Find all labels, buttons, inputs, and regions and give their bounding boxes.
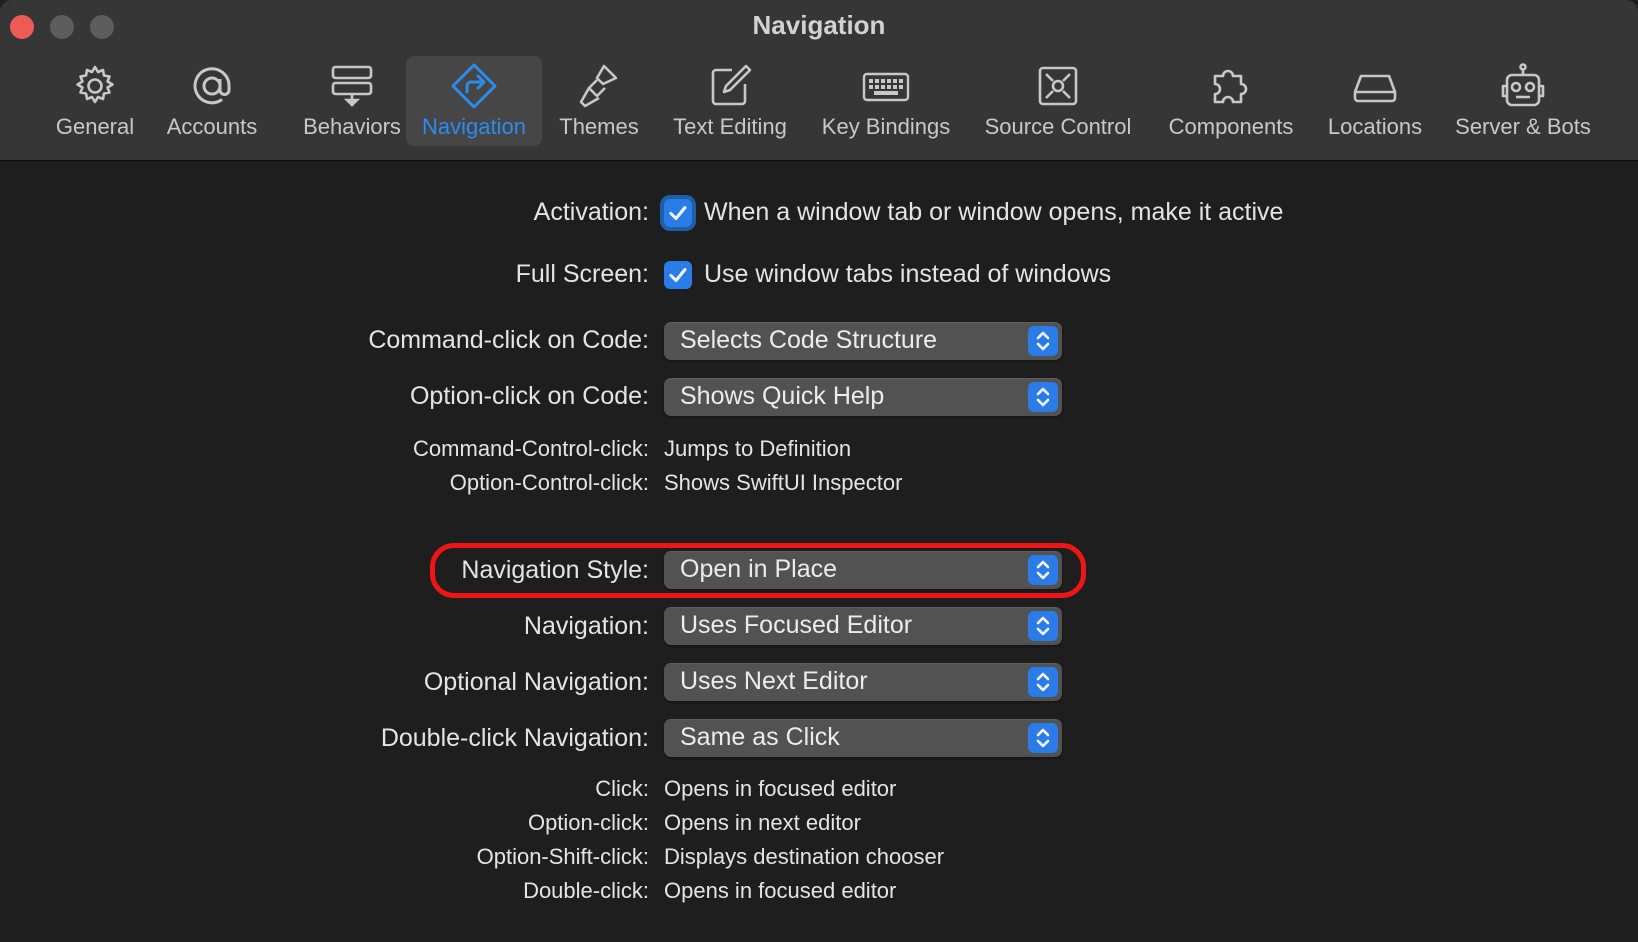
option-click-label: Option-click on Code:	[409, 382, 649, 410]
optional-navigation-label: Optional Navigation:	[423, 668, 649, 696]
navigation-style-popup[interactable]: Open in Place	[664, 551, 1062, 589]
command-click-popup[interactable]: Selects Code Structure	[664, 322, 1062, 360]
tab-locations[interactable]: Locations	[1320, 56, 1430, 146]
behaviors-icon	[328, 62, 376, 110]
chevron-up-down-icon	[1028, 611, 1058, 641]
robot-icon	[1499, 62, 1547, 110]
command-control-click-value: Jumps to Definition	[664, 436, 852, 461]
gear-icon	[71, 62, 119, 110]
preferences-window: Navigation General Accounts Behaviors Na…	[0, 0, 1638, 942]
tab-text-editing[interactable]: Text Editing	[666, 56, 794, 146]
tab-accounts-label: Accounts	[166, 114, 258, 139]
double-click-navigation-label: Double-click Navigation:	[380, 724, 649, 752]
tab-behaviors[interactable]: Behaviors	[286, 56, 418, 146]
checkmark-icon	[669, 206, 687, 220]
summary-click-value: Opens in focused editor	[664, 776, 897, 801]
option-control-click-label: Option-Control-click:	[449, 470, 649, 495]
source-control-icon	[1034, 62, 1082, 110]
toolbar: Navigation General Accounts Behaviors Na…	[0, 0, 1638, 161]
command-control-click-label: Command-Control-click:	[413, 436, 649, 461]
summary-option-click-label: Option-click:	[527, 810, 649, 835]
tab-source-control[interactable]: Source Control	[978, 56, 1138, 146]
pencil-square-icon	[706, 62, 754, 110]
navigation-value: Uses Focused Editor	[680, 611, 913, 639]
summary-double-click-value: Opens in focused editor	[664, 878, 897, 903]
double-click-navigation-value: Same as Click	[680, 723, 840, 751]
command-click-label: Command-click on Code:	[368, 326, 649, 354]
navigation-popup[interactable]: Uses Focused Editor	[664, 607, 1062, 645]
tab-navigation-label: Navigation	[422, 114, 526, 139]
full-screen-checkbox-label[interactable]: Use window tabs instead of windows	[704, 260, 1111, 289]
tab-text-editing-label: Text Editing	[673, 114, 787, 139]
tab-key-bindings-label: Key Bindings	[821, 114, 951, 139]
checkmark-icon	[669, 268, 687, 282]
chevron-up-down-icon	[1028, 667, 1058, 697]
option-click-popup[interactable]: Shows Quick Help	[664, 378, 1062, 416]
window-title: Navigation	[752, 10, 886, 40]
navigation-style-label: Navigation Style:	[461, 556, 649, 584]
tab-locations-label: Locations	[1327, 114, 1423, 139]
tab-accounts[interactable]: Accounts	[160, 56, 264, 146]
summary-option-click-value: Opens in next editor	[664, 810, 861, 835]
activation-checkbox-label[interactable]: When a window tab or window opens, make …	[704, 198, 1283, 227]
tab-behaviors-label: Behaviors	[303, 114, 401, 139]
option-control-click-value: Shows SwiftUI Inspector	[664, 470, 903, 495]
double-click-navigation-popup[interactable]: Same as Click	[664, 719, 1062, 757]
option-click-value: Shows Quick Help	[680, 382, 885, 410]
full-screen-checkbox[interactable]	[664, 261, 692, 289]
full-screen-label: Full Screen:	[515, 260, 649, 288]
navigation-label: Navigation:	[523, 612, 649, 640]
tab-navigation[interactable]: Navigation	[406, 56, 542, 146]
brush-icon	[575, 62, 623, 110]
tab-themes-label: Themes	[559, 114, 639, 139]
summary-option-shift-click-label: Option-Shift-click:	[476, 844, 649, 869]
optional-navigation-value: Uses Next Editor	[680, 667, 868, 695]
tab-server-and-bots-label: Server & Bots	[1455, 114, 1591, 139]
tab-components-label: Components	[1168, 114, 1294, 139]
tab-general[interactable]: General	[50, 56, 140, 146]
tab-themes[interactable]: Themes	[554, 56, 644, 146]
drive-icon	[1351, 62, 1399, 110]
keyboard-icon	[862, 62, 910, 110]
command-click-value: Selects Code Structure	[680, 326, 938, 354]
puzzle-icon	[1207, 62, 1255, 110]
chevron-up-down-icon	[1028, 555, 1058, 585]
activation-checkbox[interactable]	[664, 199, 692, 227]
tab-server-and-bots[interactable]: Server & Bots	[1448, 56, 1598, 146]
tab-source-control-label: Source Control	[984, 114, 1132, 139]
chevron-up-down-icon	[1028, 326, 1058, 356]
at-sign-icon	[188, 62, 236, 110]
navigation-style-value: Open in Place	[680, 555, 838, 583]
tab-key-bindings[interactable]: Key Bindings	[814, 56, 958, 146]
optional-navigation-popup[interactable]: Uses Next Editor	[664, 663, 1062, 701]
tab-components[interactable]: Components	[1158, 56, 1304, 146]
chevron-up-down-icon	[1028, 382, 1058, 412]
summary-double-click-label: Double-click:	[523, 878, 649, 903]
summary-option-shift-click-value: Displays destination chooser	[664, 844, 945, 869]
summary-click-label: Click:	[595, 776, 649, 801]
activation-label: Activation:	[533, 198, 649, 226]
tab-general-label: General	[55, 114, 135, 139]
navigation-icon	[450, 62, 498, 110]
chevron-up-down-icon	[1028, 723, 1058, 753]
